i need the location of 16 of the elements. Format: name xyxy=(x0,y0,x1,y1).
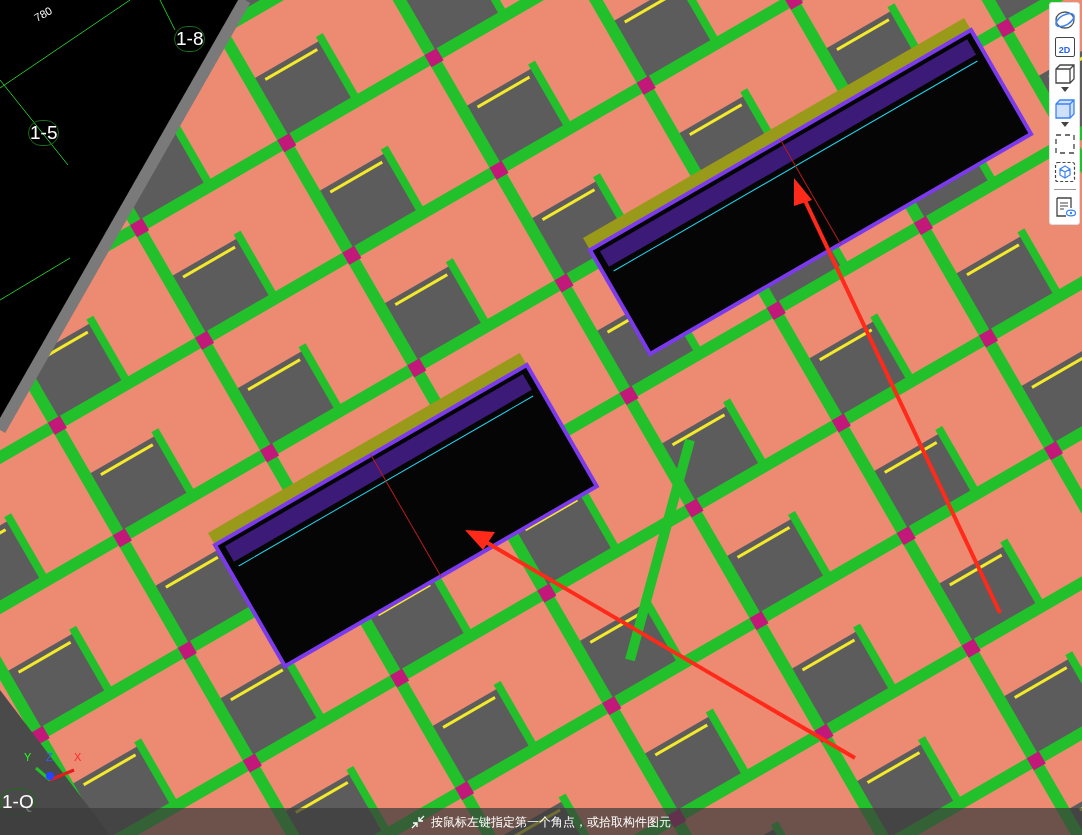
grid-axis-label: 1-5 xyxy=(28,120,60,146)
shrink-arrows-icon xyxy=(411,814,425,829)
2d-view-button[interactable]: 2D xyxy=(1054,37,1075,57)
marquee-select-icon[interactable] xyxy=(1053,133,1076,155)
status-message: 按鼠标左键指定第一个角点，或拾取构件图元 xyxy=(431,813,671,831)
z-axis-label: Z xyxy=(46,752,53,763)
dropdown-caret-icon[interactable] xyxy=(1060,122,1069,127)
grid-axis-label: 1-8 xyxy=(174,26,206,52)
x-axis-label: X xyxy=(74,752,82,763)
list-view-icon[interactable] xyxy=(1053,196,1076,218)
cube-icon[interactable] xyxy=(1053,63,1076,85)
y-axis-label: Y xyxy=(24,752,32,763)
orbit-icon[interactable] xyxy=(1053,9,1076,31)
dimension-label: 780 xyxy=(31,3,55,26)
cube-select-icon[interactable] xyxy=(1053,161,1076,183)
dropdown-caret-icon[interactable] xyxy=(1060,87,1069,92)
